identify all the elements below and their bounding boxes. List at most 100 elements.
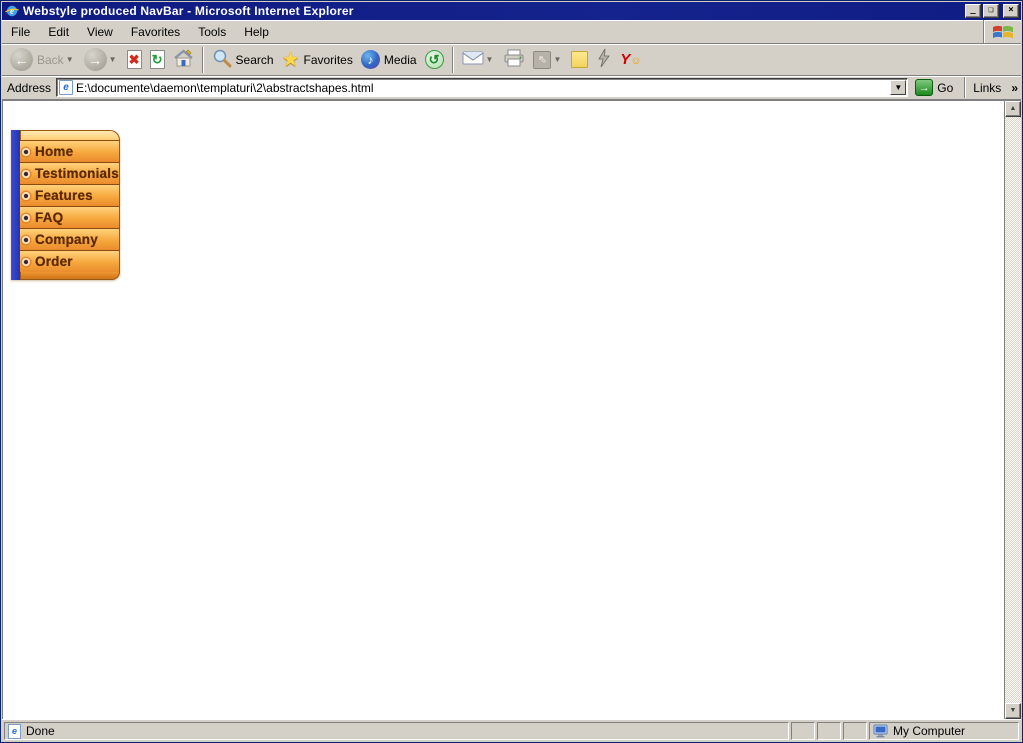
search-button[interactable]: Search [208,46,278,74]
print-icon [503,49,525,70]
history-icon: ↺ [424,50,444,69]
scrollbar-track[interactable] [1005,117,1021,703]
scroll-up-icon[interactable]: ▲ [1005,101,1021,117]
window-title: Webstyle produced NavBar - Microsoft Int… [23,4,354,18]
edit-button[interactable]: ⇖ ▼ [529,46,567,74]
toolbar-separator [451,46,454,73]
restore-button[interactable]: ❏ [983,4,999,18]
bullet-icon [21,212,31,223]
media-icon: ♪ [360,50,380,69]
windows-logo-icon [983,20,1021,43]
close-button[interactable]: × [1003,4,1019,18]
links-chevron-icon[interactable]: » [1011,81,1018,95]
status-text: Done [26,724,55,738]
nav-label: Order [35,254,73,269]
nav-item-home[interactable]: Home [20,140,120,162]
home-icon [173,48,194,71]
links-label[interactable]: Links [973,81,1001,95]
site-navbar: Home Testimonials Features FAQ Company O… [11,130,120,280]
scroll-down-icon[interactable]: ▼ [1005,703,1021,719]
menu-favorites[interactable]: Favorites [122,20,189,43]
favorites-icon: ★ [281,48,300,71]
ie-logo-icon: e [5,4,19,18]
status-message-panel: e Done [4,722,789,740]
bullet-icon [21,146,31,157]
forward-button[interactable]: → ▼ [80,46,123,74]
media-label: Media [383,52,417,67]
address-combo: e ▼ [56,78,909,97]
nav-item-faq[interactable]: FAQ [20,206,120,228]
mail-button[interactable]: ▼ [458,46,500,74]
back-label: Back [37,52,64,67]
history-button[interactable]: ↺ [421,46,448,74]
edit-dropdown-icon[interactable]: ▼ [553,55,561,64]
vertical-scrollbar[interactable]: ▲ ▼ [1004,101,1021,719]
lightning-icon [596,48,612,71]
mail-icon [462,50,484,69]
forward-icon: → [83,48,107,71]
print-button[interactable] [499,46,529,74]
nav-label: Features [35,188,93,203]
bullet-icon [21,168,31,179]
refresh-button[interactable]: ↻ [146,46,169,74]
back-dropdown-icon[interactable]: ▼ [66,55,74,64]
yahoo-button[interactable]: Y☺ [616,46,645,74]
notes-icon [571,51,589,68]
status-panel-3 [843,722,867,740]
menu-tools[interactable]: Tools [189,20,235,43]
forward-dropdown-icon[interactable]: ▼ [109,55,117,64]
navbar-blue-strip [11,130,20,280]
status-panel-1 [791,722,815,740]
navbar-top-cap [20,130,120,140]
nav-item-company[interactable]: Company [20,228,120,250]
bullet-icon [21,256,31,267]
done-page-icon: e [8,723,21,739]
menu-spacer [278,20,983,43]
address-input[interactable] [73,80,890,95]
security-zone-panel: My Computer [869,722,1019,740]
my-computer-icon [873,724,889,738]
zone-text: My Computer [893,724,966,738]
bullet-icon [21,234,31,245]
go-label: Go [937,80,954,95]
nav-item-testimonials[interactable]: Testimonials [20,162,120,184]
back-icon: ← [10,48,33,71]
address-bar: Address e ▼ → Go Links » [2,76,1021,99]
status-panel-2 [817,722,841,740]
nav-label: FAQ [35,210,64,225]
search-icon [212,48,232,71]
navbar-bottom-cap [20,272,120,280]
menu-view[interactable]: View [78,20,122,43]
nav-label: Company [35,232,98,247]
edit-icon: ⇖ [533,50,552,69]
menu-file[interactable]: File [2,20,39,43]
standard-toolbar: ← Back ▼ → ▼ ✖ ↻ Search ★ Favorites ♪ Me… [2,44,1021,76]
nav-item-order[interactable]: Order [20,250,120,272]
back-button[interactable]: ← Back ▼ [6,46,80,74]
search-label: Search [235,52,274,67]
media-button[interactable]: ♪ Media [357,46,421,74]
title-bar: e Webstyle produced NavBar - Microsoft I… [2,2,1021,20]
address-label: Address [7,80,52,95]
messenger-button[interactable] [592,46,616,74]
menu-edit[interactable]: Edit [39,20,78,43]
discuss-button[interactable] [567,46,592,74]
stop-button[interactable]: ✖ [123,46,146,74]
go-button[interactable]: → Go [913,77,958,98]
web-page: Home Testimonials Features FAQ Company O… [2,101,1004,719]
yahoo-messenger-icon: Y☺ [620,51,642,68]
home-button[interactable] [169,46,198,74]
links-bar: Links » [964,77,1018,98]
nav-label: Testimonials [35,166,119,181]
mail-dropdown-icon[interactable]: ▼ [486,55,494,64]
menu-help[interactable]: Help [235,20,278,43]
favorites-button[interactable]: ★ Favorites [278,46,357,74]
nav-item-features[interactable]: Features [20,184,120,206]
favorites-label: Favorites [303,52,353,67]
minimize-button[interactable]: _ [965,4,981,18]
go-arrow-icon: → [915,79,934,96]
refresh-icon: ↻ [149,50,165,69]
bullet-icon [21,190,31,201]
page-icon: e [59,80,74,95]
address-dropdown-icon[interactable]: ▼ [890,80,907,95]
